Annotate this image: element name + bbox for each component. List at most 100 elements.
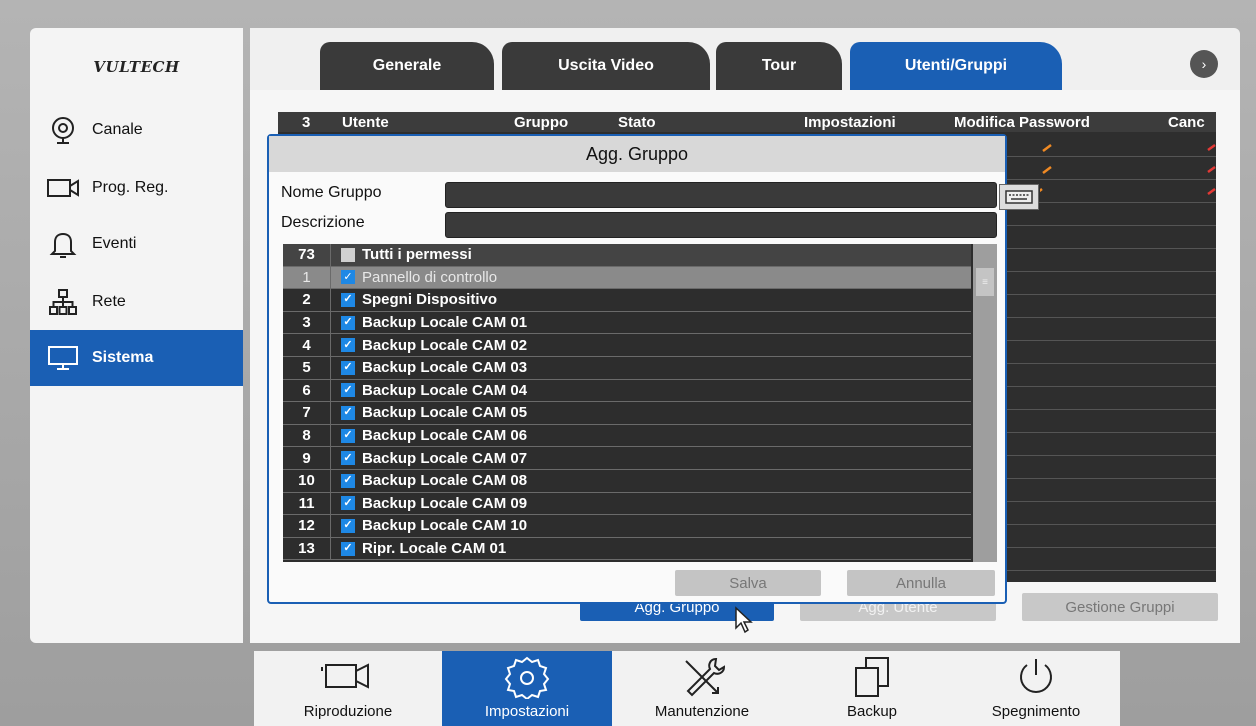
sidebar-item-rete[interactable]: Rete xyxy=(30,274,243,330)
col-impostazioni: Impostazioni xyxy=(804,114,896,131)
permission-row[interactable]: 8 ✓ Backup Locale CAM 06 xyxy=(283,424,971,448)
permission-label: Backup Locale CAM 05 xyxy=(362,404,528,422)
tab-utenti-gruppi[interactable]: Utenti/Gruppi xyxy=(850,42,1062,90)
col-cancella: Canc xyxy=(1168,114,1205,131)
permissions-list: 73 Tutti i permessi 1 ✓ Pannello di cont… xyxy=(283,244,997,562)
permission-row[interactable]: 10 ✓ Backup Locale CAM 08 xyxy=(283,470,971,493)
permission-row[interactable]: 9 ✓ Backup Locale CAM 07 xyxy=(283,447,971,470)
sidebar-item-prog-reg[interactable]: Prog. Reg. xyxy=(30,160,243,216)
permission-all-row[interactable]: 73 Tutti i permessi xyxy=(283,244,971,267)
dvr-screen: VULTECH Canale Prog. Reg. Eventi Rete Si… xyxy=(0,0,1256,726)
save-button[interactable]: Salva xyxy=(675,570,821,596)
dock-item-spegnimento[interactable]: Spegnimento xyxy=(952,651,1120,726)
permissions-scrollbar[interactable]: ≡ xyxy=(973,244,997,562)
sidebar-item-eventi[interactable]: Eventi xyxy=(30,216,243,272)
settings-gear-icon xyxy=(503,655,551,699)
permission-row[interactable]: 11 ✓ Backup Locale CAM 09 xyxy=(283,492,971,516)
permission-label: Ripr. Locale CAM 01 xyxy=(362,540,507,558)
dock-item-riproduzione[interactable]: Riproduzione xyxy=(254,651,442,726)
dialog-title: Agg. Gruppo xyxy=(269,136,1005,172)
permission-row[interactable]: 6 ✓ Backup Locale CAM 04 xyxy=(283,379,971,403)
copy-files-icon xyxy=(852,655,892,699)
description-input[interactable] xyxy=(445,212,997,238)
permission-num: 1 xyxy=(283,266,331,289)
permission-num: 13 xyxy=(283,537,331,560)
permission-row[interactable]: 1 ✓ Pannello di controllo xyxy=(283,266,971,290)
users-table-header: 3 Utente Gruppo Stato Impostazioni Modif… xyxy=(278,112,1216,132)
permission-checkbox[interactable]: ✓ xyxy=(341,541,355,556)
permission-checkbox[interactable]: ✓ xyxy=(341,473,355,488)
tab-label: Generale xyxy=(372,57,442,74)
tab-generale[interactable]: Generale xyxy=(320,42,494,90)
edit-password-icon[interactable] xyxy=(1040,140,1054,200)
select-all-checkbox[interactable] xyxy=(341,247,355,262)
permission-row[interactable]: 2 ✓ Spegni Dispositivo xyxy=(283,289,971,312)
permission-row[interactable]: 5 ✓ Backup Locale CAM 03 xyxy=(283,357,971,380)
permission-label: Backup Locale CAM 08 xyxy=(362,472,528,490)
bottom-dock: Riproduzione Impostazioni Manutenzione B… xyxy=(254,651,1120,726)
dock-item-backup[interactable]: Backup xyxy=(792,651,952,726)
users-count: 3 xyxy=(302,114,311,131)
mouse-cursor-icon xyxy=(735,606,753,634)
manage-groups-button[interactable]: Gestione Gruppi xyxy=(1022,593,1218,621)
permission-num: 10 xyxy=(283,470,331,492)
tab-uscita-video[interactable]: Uscita Video xyxy=(502,42,710,90)
permission-label: Spegni Dispositivo xyxy=(362,291,498,309)
permission-label: Backup Locale CAM 07 xyxy=(362,449,528,467)
dock-label: Manutenzione xyxy=(654,703,750,720)
permission-checkbox[interactable]: ✓ xyxy=(341,496,355,511)
col-utente: Utente xyxy=(342,114,389,131)
permission-num: 12 xyxy=(283,515,331,537)
permission-row[interactable]: 3 ✓ Backup Locale CAM 01 xyxy=(283,311,971,335)
permission-checkbox[interactable]: ✓ xyxy=(341,451,355,466)
dock-label: Backup xyxy=(846,703,898,720)
next-tab-icon[interactable]: › xyxy=(1190,50,1218,78)
permission-row[interactable]: 4 ✓ Backup Locale CAM 02 xyxy=(283,334,971,357)
description-label: Descrizione xyxy=(281,214,365,231)
permission-checkbox[interactable]: ✓ xyxy=(341,315,355,330)
sidebar-item-sistema[interactable]: Sistema xyxy=(30,330,243,386)
permission-row[interactable]: 7 ✓ Backup Locale CAM 05 xyxy=(283,402,971,425)
permission-num: 3 xyxy=(283,311,331,334)
tools-icon xyxy=(678,655,726,699)
monitor-icon xyxy=(46,343,80,373)
group-name-input[interactable] xyxy=(445,182,997,208)
all-permissions-label: Tutti i permessi xyxy=(362,246,472,264)
sidebar-item-label: Eventi xyxy=(92,235,137,252)
sidebar: VULTECH Canale Prog. Reg. Eventi Rete Si… xyxy=(30,28,243,643)
permission-label: Pannello di controllo xyxy=(362,268,498,286)
permission-checkbox[interactable]: ✓ xyxy=(341,270,355,285)
permission-checkbox[interactable]: ✓ xyxy=(341,338,355,353)
dock-item-impostazioni[interactable]: Impostazioni xyxy=(442,651,612,726)
scroll-thumb[interactable]: ≡ xyxy=(976,268,994,296)
permission-row[interactable]: 12 ✓ Backup Locale CAM 10 xyxy=(283,515,971,538)
permission-label: Backup Locale CAM 01 xyxy=(362,314,528,332)
permission-num: 4 xyxy=(283,334,331,356)
permission-checkbox[interactable]: ✓ xyxy=(341,518,355,533)
dock-item-manutenzione[interactable]: Manutenzione xyxy=(612,651,792,726)
sidebar-item-label: Rete xyxy=(92,293,126,310)
dock-label: Riproduzione xyxy=(303,703,393,720)
permission-checkbox[interactable]: ✓ xyxy=(341,428,355,443)
permission-num: 6 xyxy=(283,379,331,402)
button-label: Salva xyxy=(729,574,767,592)
permission-checkbox[interactable]: ✓ xyxy=(341,292,355,307)
keyboard-icon[interactable] xyxy=(999,184,1039,210)
permission-checkbox[interactable]: ✓ xyxy=(341,360,355,375)
permission-checkbox[interactable]: ✓ xyxy=(341,405,355,420)
permission-row[interactable]: 13 ✓ Ripr. Locale CAM 01 xyxy=(283,537,971,561)
tab-tour[interactable]: Tour xyxy=(716,42,842,90)
cancel-button[interactable]: Annulla xyxy=(847,570,995,596)
permission-checkbox[interactable]: ✓ xyxy=(341,383,355,398)
brand-logo: VULTECH xyxy=(30,42,243,92)
permission-num: 5 xyxy=(283,357,331,379)
delete-user-icon[interactable] xyxy=(1206,140,1216,200)
permission-num: 7 xyxy=(283,402,331,424)
col-modifica-password: Modifica Password xyxy=(954,114,1090,131)
sidebar-item-canale[interactable]: Canale xyxy=(30,102,243,158)
tab-label: Uscita Video xyxy=(558,57,654,74)
permission-label: Backup Locale CAM 10 xyxy=(362,517,528,535)
sidebar-item-label: Prog. Reg. xyxy=(92,179,169,196)
permission-num: 11 xyxy=(283,492,331,515)
permission-num: 8 xyxy=(283,424,331,447)
